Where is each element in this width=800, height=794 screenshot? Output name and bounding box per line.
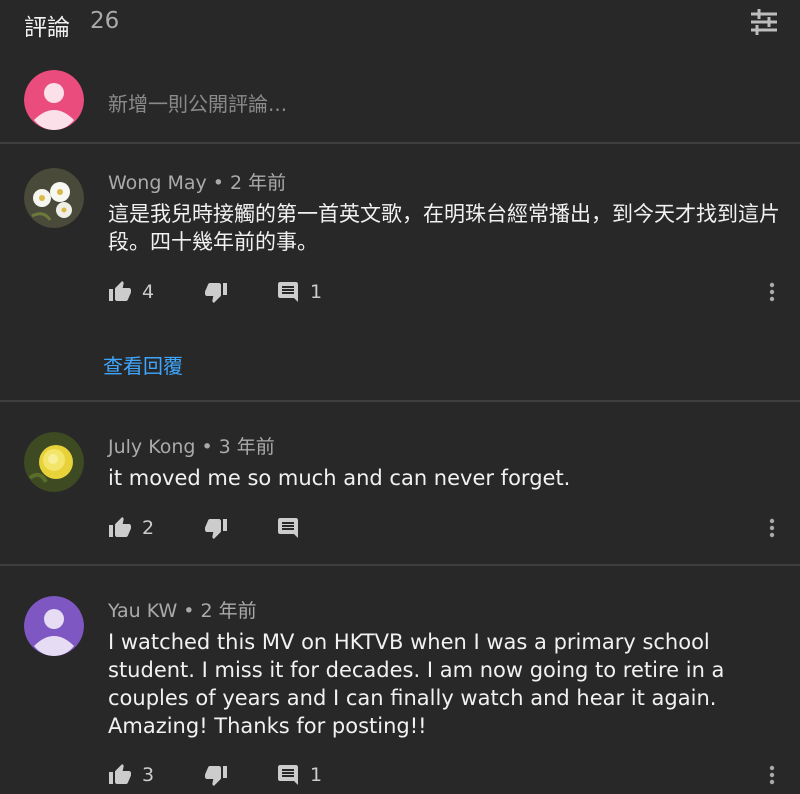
comment-icon (276, 763, 300, 787)
like-button[interactable]: 4 (108, 277, 154, 307)
thumbs-down-icon (204, 280, 228, 304)
like-count: 4 (142, 281, 155, 303)
more-vert-icon (766, 763, 778, 787)
comments-header: 評論 26 (0, 0, 800, 44)
comment-time: 2 年前 (229, 172, 287, 194)
comment-icon (276, 280, 300, 304)
author-avatar[interactable] (24, 596, 84, 656)
comment-actions: 4 1 (0, 277, 800, 307)
reply-button[interactable]: 1 (276, 277, 322, 307)
comment-meta: Wong May • 2 年前 (108, 168, 286, 195)
reply-count: 1 (310, 764, 323, 786)
author-avatar[interactable] (24, 432, 84, 492)
comment-time: 2 年前 (200, 600, 257, 622)
more-options-button[interactable] (766, 760, 778, 790)
comment-time: 3 年前 (218, 436, 275, 458)
like-button[interactable]: 3 (108, 760, 154, 790)
thumbs-up-icon (108, 516, 132, 540)
comment-meta: July Kong • 3 年前 (108, 432, 275, 459)
sort-filter-icon[interactable] (748, 6, 780, 38)
reply-count: 1 (310, 281, 323, 303)
comment-icon (276, 516, 300, 540)
add-comment-row[interactable]: 新增一則公開評論... (0, 62, 800, 142)
more-options-button[interactable] (766, 277, 778, 307)
comment-text: I watched this MV on HKTVB when I was a … (108, 630, 725, 738)
more-options-button[interactable] (766, 513, 778, 543)
meta-separator: • (201, 436, 213, 458)
comments-count: 26 (90, 8, 120, 34)
reply-button[interactable]: 1 (276, 760, 322, 790)
view-replies-link[interactable]: 查看回覆 (103, 350, 183, 379)
comment-text: 這是我兒時接觸的第一首英文歌，在明珠台經常播出，到今天才找到這片段。四十幾年前的… (108, 202, 780, 254)
comment-meta: Yau KW • 2 年前 (108, 596, 257, 623)
thumbs-up-icon (108, 280, 132, 304)
like-count: 2 (142, 517, 155, 539)
divider (0, 142, 800, 144)
divider (0, 564, 800, 566)
meta-separator: • (212, 172, 224, 194)
thumbs-down-icon (204, 516, 228, 540)
comment-actions: 2 (0, 513, 800, 543)
more-vert-icon (766, 516, 778, 540)
comment-author[interactable]: July Kong (108, 436, 195, 458)
thumbs-up-icon (108, 763, 132, 787)
comment-text: it moved me so much and can never forget… (108, 466, 571, 490)
comment-author[interactable]: Wong May (108, 172, 207, 194)
dislike-button[interactable] (204, 513, 228, 543)
author-avatar[interactable] (24, 168, 84, 228)
reply-button[interactable] (276, 513, 310, 543)
more-vert-icon (766, 280, 778, 304)
divider (0, 400, 800, 402)
comment-actions: 3 1 (0, 760, 800, 790)
like-count: 3 (142, 764, 155, 786)
comments-title: 評論 (24, 15, 70, 41)
add-comment-input[interactable]: 新增一則公開評論... (108, 88, 287, 117)
dislike-button[interactable] (204, 760, 228, 790)
current-user-avatar (24, 70, 84, 130)
dislike-button[interactable] (204, 277, 228, 307)
meta-separator: • (183, 600, 195, 622)
comment-author[interactable]: Yau KW (108, 600, 177, 622)
thumbs-down-icon (204, 763, 228, 787)
like-button[interactable]: 2 (108, 513, 154, 543)
